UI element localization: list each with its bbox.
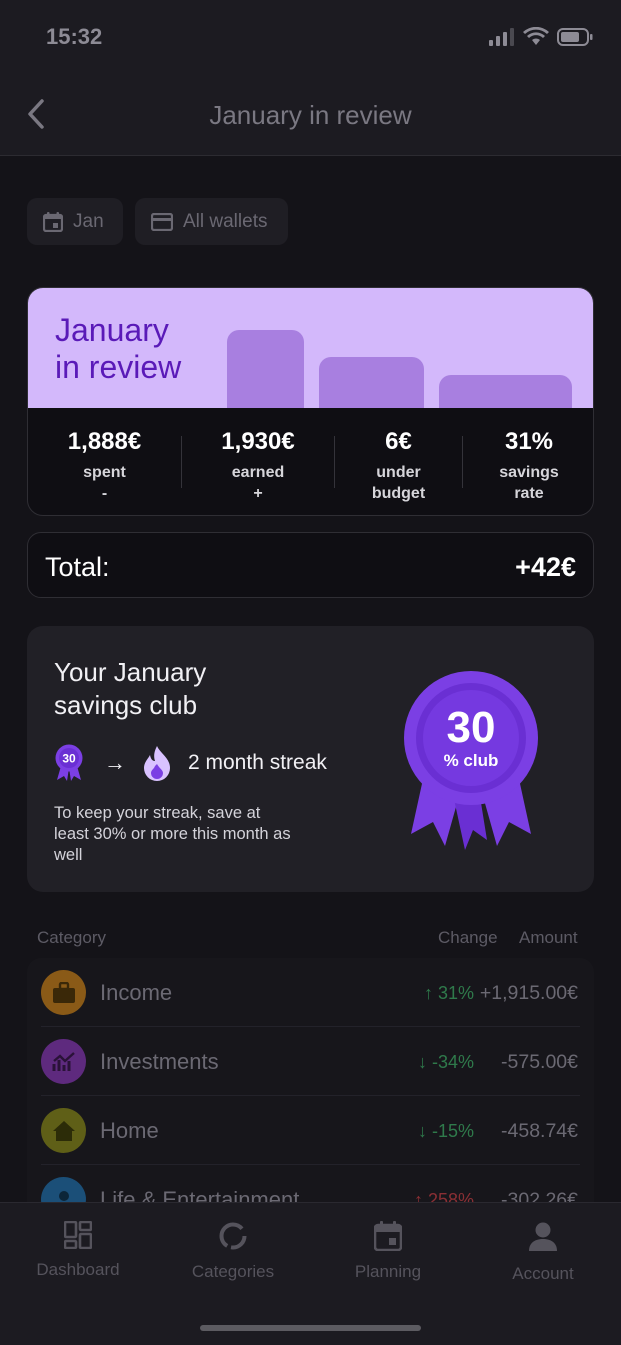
change-column-header[interactable]: Change (438, 928, 498, 948)
stat-label-line2: rate (514, 485, 544, 502)
nav-label: Planning (354, 1262, 422, 1281)
status-time: 15:32 (46, 24, 103, 49)
stats-row: 1,888€ spent - 1,930€ earned + 6€ under … (28, 408, 593, 515)
stat-label: under budget (335, 462, 462, 504)
dashboard-icon (63, 1220, 93, 1250)
wallet-icon (151, 212, 173, 231)
ribbon-badge-icon: 30 % club (404, 671, 538, 850)
briefcase-icon (41, 970, 86, 1015)
savings-club-card[interactable]: Your January savings club 30 → 2 month s… (27, 626, 594, 892)
category-column-header[interactable]: Category (37, 928, 106, 948)
month-filter-label: Jan (73, 210, 104, 232)
stat-label-line2: budget (371, 485, 426, 502)
total-value: +42€ (515, 552, 576, 582)
badge-number: 30 (447, 703, 496, 752)
review-card: January in review 1,888€ spent - 1,930€ … (27, 287, 594, 516)
stat-label-line1: spent (83, 464, 126, 481)
stat-under-budget: 6€ under budget (335, 408, 462, 515)
stat-value: 1,888€ (67, 428, 142, 455)
month-filter-chip[interactable]: Jan (27, 198, 123, 245)
nav-label: Account (512, 1264, 574, 1283)
nav-account[interactable]: Account (468, 1221, 618, 1284)
review-title-line1: January (55, 312, 169, 348)
stat-earned: 1,930€ earned + (182, 408, 334, 515)
nav-label: Dashboard (36, 1260, 120, 1279)
small-ribbon-badge-icon: 30 (55, 744, 83, 781)
home-indicator[interactable] (200, 1325, 421, 1331)
category-change: ↓ -34% (418, 1052, 474, 1073)
category-name: Investments (100, 1049, 219, 1074)
bottom-nav: Dashboard Categories Planning Account (0, 1202, 621, 1345)
stat-value: 6€ (385, 428, 412, 455)
stat-savings-rate: 31% savings rate (463, 408, 593, 515)
category-row-income[interactable]: Income ↑ 31% +1,915.00€ (27, 958, 594, 1027)
nav-categories[interactable]: Categories (158, 1221, 308, 1282)
small-badge-number: 30 (62, 752, 76, 766)
category-row-investments[interactable]: Investments ↓ -34% -575.00€ (27, 1027, 594, 1096)
banner-bar-3 (439, 375, 572, 408)
stat-label-line2: + (253, 485, 263, 502)
stat-label-line2: - (101, 485, 108, 502)
banner-bar-1 (227, 330, 304, 408)
stat-label-line1: earned (231, 464, 285, 481)
total-card: Total: +42€ (27, 532, 594, 598)
change-value: -15% (431, 1121, 474, 1141)
stat-spent: 1,888€ spent - (28, 408, 181, 515)
header: January in review (0, 76, 621, 156)
wallet-filter-label: All wallets (183, 210, 268, 232)
stat-label: earned + (182, 462, 334, 504)
club-title-line2: savings club (54, 690, 198, 720)
review-banner: January in review (28, 288, 593, 408)
home-icon (41, 1108, 86, 1153)
category-list: Income ↑ 31% +1,915.00€ Investments ↓ -3… (27, 958, 594, 1218)
club-title-line1: Your January (54, 657, 207, 687)
category-name: Income (100, 980, 173, 1005)
status-icons (489, 27, 593, 47)
amount-column-header[interactable]: Amount (519, 928, 578, 948)
category-amount: -575.00€ (501, 1051, 578, 1073)
stat-label-line1: savings (499, 464, 559, 481)
stat-value: 1,930€ (221, 428, 295, 455)
arrow-down-icon: ↓ (417, 1121, 427, 1141)
account-icon (529, 1222, 557, 1251)
banner-bar-2 (319, 357, 424, 408)
streak-arrow: → (104, 750, 126, 775)
change-value: 31% (437, 983, 474, 1003)
status-bar: 15:32 (0, 0, 621, 76)
category-name: Home (100, 1118, 159, 1143)
stat-value: 31% (504, 428, 554, 455)
savings-club-title: Your January savings club (54, 656, 206, 722)
nav-label: Categories (191, 1262, 275, 1281)
category-change: ↓ -15% (418, 1121, 474, 1142)
wifi-icon (523, 27, 549, 45)
arrow-down-icon: ↓ (417, 1052, 427, 1072)
club-note: To keep your streak, save at least 30% o… (54, 804, 291, 864)
wallet-filter-chip[interactable]: All wallets (135, 198, 288, 245)
arrow-up-icon: ↑ (423, 983, 433, 1003)
stat-label-line1: under (376, 464, 421, 481)
stat-label: spent - (28, 462, 181, 504)
streak-row: 30 → 2 month streak (54, 744, 327, 782)
nav-planning[interactable]: Planning (313, 1221, 463, 1282)
category-amount: +1,915.00€ (479, 982, 578, 1004)
review-title-line2: in review (55, 349, 182, 385)
categories-icon (219, 1222, 247, 1250)
flame-icon (144, 746, 170, 781)
planning-icon (373, 1221, 403, 1252)
change-value: -34% (431, 1052, 474, 1072)
streak-text: 2 month streak (188, 751, 327, 774)
category-change: ↑ 31% (424, 983, 474, 1004)
category-amount: -458.74€ (501, 1120, 578, 1142)
review-title: January in review (55, 312, 181, 386)
calendar-icon (43, 211, 63, 232)
stat-label: savings rate (463, 462, 593, 504)
battery-icon (557, 28, 593, 46)
chart-icon (41, 1039, 86, 1084)
nav-dashboard[interactable]: Dashboard (3, 1220, 153, 1280)
badge-label: % club (444, 751, 499, 770)
signal-icon (489, 28, 514, 46)
total-label: Total: (45, 552, 110, 582)
page-title: January in review (209, 100, 412, 130)
category-row-home[interactable]: Home ↓ -15% -458.74€ (27, 1096, 594, 1165)
